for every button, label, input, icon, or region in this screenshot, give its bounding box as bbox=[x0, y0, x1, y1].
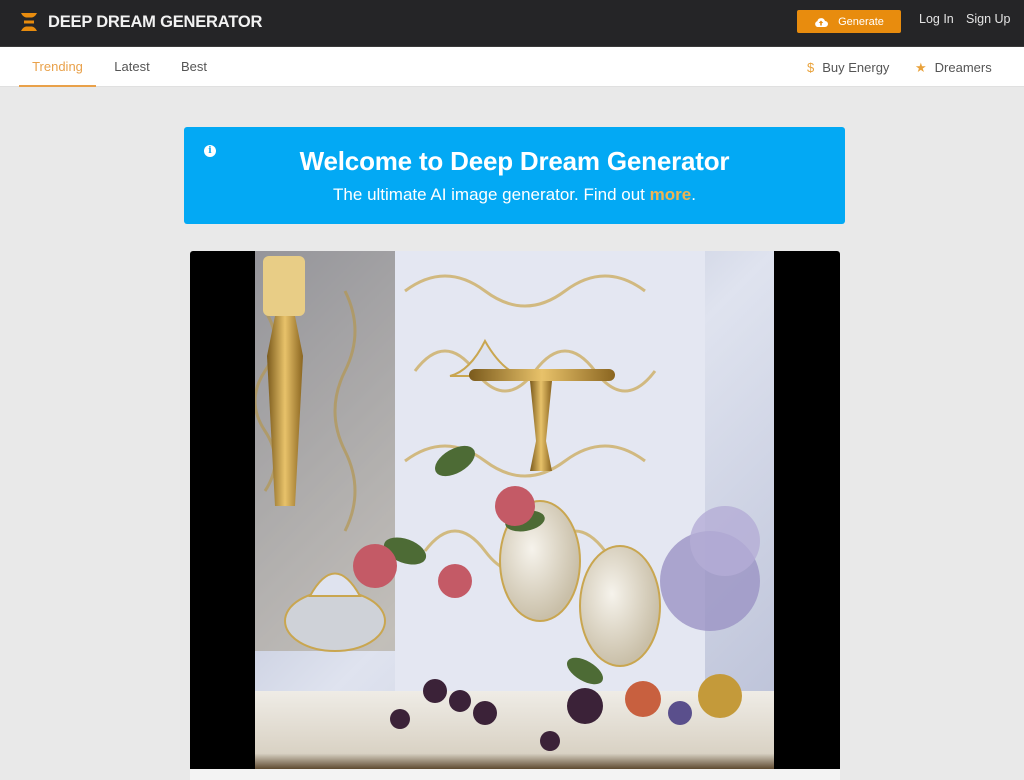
dream-artwork-image[interactable] bbox=[255, 251, 774, 769]
signup-link[interactable]: Sign Up bbox=[966, 12, 1010, 26]
tab-latest[interactable]: Latest bbox=[106, 47, 158, 87]
banner-title: Welcome to Deep Dream Generator bbox=[299, 146, 730, 176]
login-link[interactable]: Log In bbox=[919, 12, 954, 26]
cloud-upload-icon bbox=[815, 17, 829, 27]
banner-subtitle-text: The ultimate AI image generator. Find ou… bbox=[333, 185, 650, 204]
generate-label: Generate bbox=[838, 15, 884, 28]
generate-button[interactable]: Generate bbox=[797, 10, 901, 33]
buy-energy-link[interactable]: $ Buy Energy bbox=[807, 47, 889, 87]
logo-link[interactable]: DEEP DREAM GENERATOR bbox=[20, 11, 262, 33]
welcome-banner: i Welcome to Deep Dream Generator The ul… bbox=[184, 127, 845, 224]
hourglass-stack-icon bbox=[21, 13, 37, 31]
dreamers-link[interactable]: ★ Dreamers bbox=[915, 47, 992, 87]
dream-card-footer bbox=[190, 769, 840, 780]
star-icon: ★ bbox=[915, 59, 927, 75]
dollar-icon: $ bbox=[807, 59, 815, 75]
brand-name: DEEP DREAM GENERATOR bbox=[48, 12, 263, 31]
more-link[interactable]: more bbox=[650, 185, 692, 204]
tab-trending[interactable]: Trending bbox=[19, 47, 96, 87]
banner-subtitle-period: . bbox=[691, 185, 696, 204]
feed-tabs-bar: Trending Latest Best $ Buy Energy ★ Drea… bbox=[0, 47, 1024, 87]
tab-best[interactable]: Best bbox=[174, 47, 214, 87]
dreamers-label: Dreamers bbox=[934, 59, 992, 75]
buy-energy-label: Buy Energy bbox=[822, 59, 890, 75]
dream-card bbox=[190, 251, 840, 769]
banner-subtitle: The ultimate AI image generator. Find ou… bbox=[184, 185, 845, 205]
top-navbar: DEEP DREAM GENERATOR Generate Log In Sig… bbox=[0, 0, 1024, 47]
